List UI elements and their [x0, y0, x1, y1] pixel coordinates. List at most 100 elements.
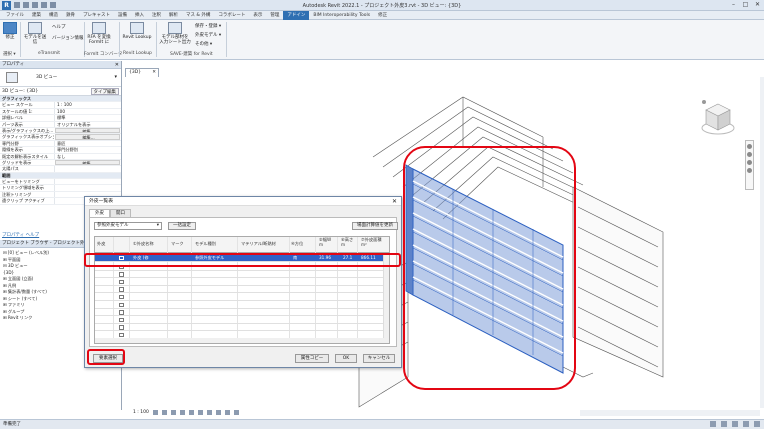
version-link[interactable]: バージョン情報: [52, 35, 83, 41]
row-checkbox[interactable]: [119, 294, 124, 300]
row-checkbox[interactable]: [119, 272, 124, 277]
row-checkbox[interactable]: [119, 332, 124, 338]
other-dropdown[interactable]: その他 ▾: [195, 41, 212, 47]
table-row[interactable]: [95, 293, 385, 301]
tab-exterior[interactable]: 外皮: [89, 209, 110, 217]
copy-attributes-button[interactable]: 属性コピー: [295, 354, 329, 363]
property-value[interactable]: 1 : 100: [54, 102, 121, 108]
property-value[interactable]: 100: [54, 108, 121, 115]
property-edit-button[interactable]: 編集...: [55, 159, 120, 166]
minimize-icon[interactable]: –: [729, 1, 738, 9]
table-horizontal-scrollbar[interactable]: [95, 338, 385, 343]
ribbon-tab[interactable]: 管理: [266, 12, 283, 18]
ribbon-tab[interactable]: ファイル: [2, 12, 28, 18]
lock-view-icon[interactable]: [215, 410, 221, 415]
table-row[interactable]: [95, 301, 385, 309]
shadows-icon[interactable]: [179, 410, 185, 415]
ribbon-tab[interactable]: 挿入: [131, 12, 148, 18]
revit-lookup-button[interactable]: Revit Lookup: [122, 22, 152, 40]
select-links-icon[interactable]: [732, 421, 738, 427]
maximize-icon[interactable]: □: [741, 1, 750, 9]
pan-icon[interactable]: [747, 160, 752, 165]
close-icon[interactable]: ✕: [753, 1, 762, 9]
model-filter-select[interactable]: 参照外皮モデル ▾: [94, 222, 162, 230]
ribbon-tab[interactable]: 修正: [374, 12, 391, 18]
row-checkbox[interactable]: [119, 310, 124, 315]
ribbon-tab[interactable]: 構造: [45, 12, 62, 18]
ribbon-tab[interactable]: プレキャスト: [79, 12, 114, 18]
property-value[interactable]: 意匠: [54, 140, 121, 147]
orbit-icon[interactable]: [747, 168, 752, 173]
send-model-button[interactable]: モデルを送信: [22, 22, 48, 45]
row-checkbox[interactable]: [119, 287, 124, 292]
sun-path-icon[interactable]: [170, 410, 176, 415]
bulk-set-button[interactable]: 一括設定: [168, 222, 196, 230]
modify-button[interactable]: 修正: [3, 22, 17, 40]
property-value[interactable]: なし: [54, 153, 121, 159]
property-edit-button[interactable]: 編集...: [55, 134, 120, 140]
properties-help-link[interactable]: プロパティ ヘルプ: [2, 232, 39, 238]
ribbon-tab[interactable]: 鉄骨: [62, 12, 79, 18]
worksets-icon[interactable]: [710, 421, 716, 427]
select-dropdown[interactable]: 選択 ▾: [3, 51, 16, 57]
ribbon-tab[interactable]: 注釈: [148, 12, 165, 18]
ribbon-tab[interactable]: コラボレート: [214, 12, 249, 18]
close-icon[interactable]: ✕: [115, 61, 119, 69]
property-value[interactable]: [54, 185, 121, 191]
property-edit-button[interactable]: 編集...: [55, 127, 120, 134]
ribbon-tab[interactable]: 解析: [165, 12, 182, 18]
render-icon[interactable]: [188, 410, 194, 415]
crop-view-icon[interactable]: [197, 410, 203, 415]
tab-opening[interactable]: 開口: [110, 209, 131, 217]
table-row[interactable]: [95, 286, 385, 294]
ribbon-tab[interactable]: 表示: [249, 12, 266, 18]
temporary-hide-icon[interactable]: [224, 410, 230, 415]
tab-3d-view[interactable]: {3D} ✕: [125, 68, 159, 77]
visual-style-icon[interactable]: [161, 410, 167, 415]
property-value[interactable]: 標準: [54, 115, 121, 121]
table-vertical-scrollbar[interactable]: [383, 253, 389, 343]
update-values-button[interactable]: 場面計算値を更新: [352, 222, 398, 230]
table-row[interactable]: [95, 271, 385, 279]
table-row[interactable]: [95, 316, 385, 324]
table-row-selected[interactable]: 外皮 (修 参照外皮モデル 南 31.96 27.1 866.11: [95, 254, 385, 262]
close-icon[interactable]: ✕: [392, 197, 397, 206]
row-checkbox[interactable]: [119, 279, 124, 285]
ribbon-tab[interactable]: マス & 外構: [182, 12, 214, 18]
filter-icon[interactable]: [754, 421, 760, 427]
property-value[interactable]: オリジナルを表示: [54, 121, 121, 127]
ok-button[interactable]: OK: [335, 354, 357, 363]
close-icon[interactable]: ✕: [152, 69, 156, 77]
property-value[interactable]: 専門分野別: [54, 147, 121, 153]
table-row[interactable]: [95, 324, 385, 332]
ribbon-tab[interactable]: アドイン: [283, 10, 310, 20]
save-register-dropdown[interactable]: 保存・登録 ▾: [195, 23, 221, 29]
table-row[interactable]: [95, 309, 385, 317]
type-selector[interactable]: 3D ビュー ▾: [0, 69, 121, 87]
table-row[interactable]: [95, 278, 385, 286]
instance-selector[interactable]: 3D ビュー: {3D} タイプ編集: [0, 87, 121, 96]
help-link[interactable]: ヘルプ: [52, 24, 66, 30]
show-crop-icon[interactable]: [206, 410, 212, 415]
row-checkbox[interactable]: [119, 302, 124, 307]
row-checkbox[interactable]: [119, 317, 124, 323]
ribbon-tab[interactable]: BIM Interoperability Tools: [309, 13, 374, 18]
exterior-model-dropdown[interactable]: 外皮モデル ▾: [195, 32, 221, 38]
drawing-vertical-scrollbar[interactable]: [760, 77, 764, 408]
formit-convert-button[interactable]: RFA を変換 FormIt に: [87, 22, 111, 45]
selected-exterior-wall[interactable]: [405, 164, 564, 374]
view-scale[interactable]: 1 : 100: [133, 408, 149, 417]
reveal-hidden-icon[interactable]: [233, 410, 239, 415]
row-checkbox[interactable]: [119, 264, 124, 269]
cancel-button[interactable]: キャンセル: [363, 354, 395, 363]
ribbon-tab[interactable]: 建築: [28, 12, 45, 18]
row-checkbox[interactable]: [119, 255, 124, 260]
zoom-icon[interactable]: [747, 152, 752, 157]
edit-type-button[interactable]: タイプ編集: [90, 88, 119, 95]
detail-level-icon[interactable]: [152, 410, 158, 415]
drawing-horizontal-scrollbar[interactable]: [580, 410, 760, 416]
steering-wheel-icon[interactable]: [747, 144, 752, 149]
property-value[interactable]: [54, 166, 121, 172]
design-options-icon[interactable]: [721, 421, 727, 427]
property-value[interactable]: [54, 179, 121, 185]
